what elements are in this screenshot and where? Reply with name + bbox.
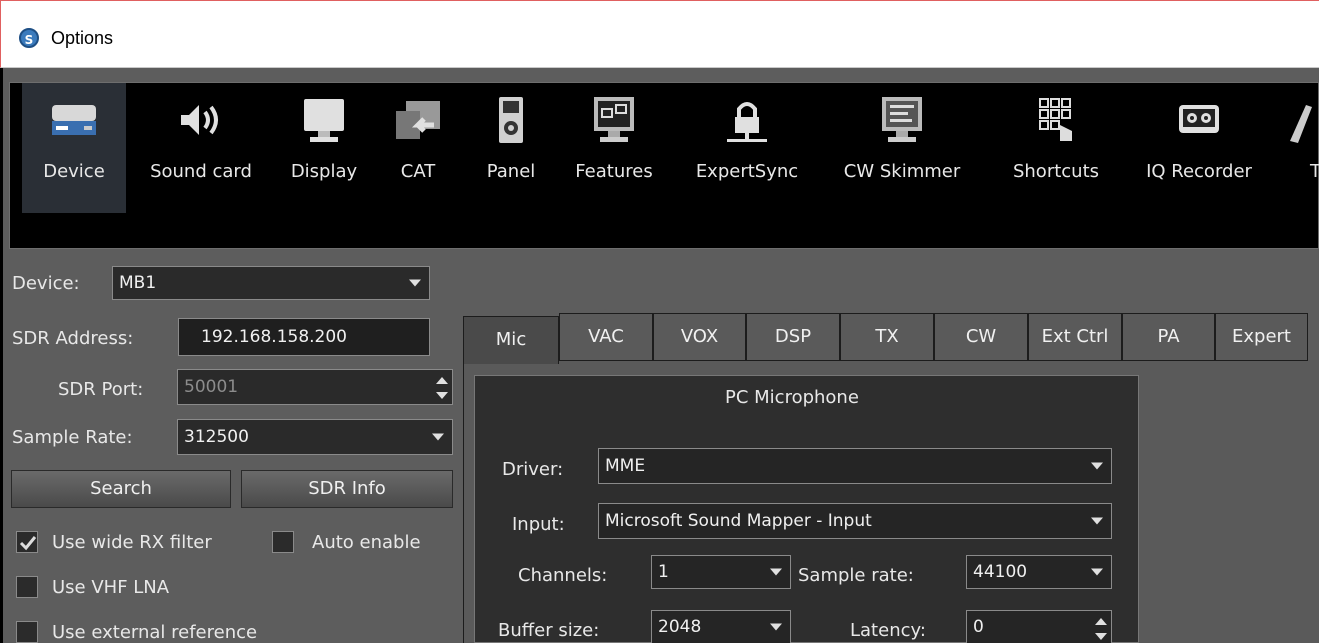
features-icon bbox=[594, 97, 634, 142]
auto-enable-checkbox[interactable] bbox=[272, 531, 294, 553]
category-toolbar: Device Sound card Display CAT Panel Feat… bbox=[9, 82, 1319, 249]
chevron-down-icon bbox=[432, 433, 444, 441]
toolbar-label: IQ Recorder bbox=[1146, 161, 1252, 182]
mic-sample-rate-value: 44100 bbox=[973, 562, 1028, 582]
buffer-size-label: Buffer size: bbox=[498, 620, 600, 641]
panel-icon bbox=[499, 97, 523, 143]
device-select-value: MB1 bbox=[119, 273, 157, 293]
driver-value: MME bbox=[605, 456, 646, 476]
toolbar-label: CAT bbox=[400, 161, 436, 182]
toolbar-label: Device bbox=[43, 161, 105, 182]
sdr-info-button[interactable]: SDR Info bbox=[241, 470, 453, 508]
sample-rate-select[interactable]: 312500 bbox=[177, 419, 453, 455]
chevron-down-icon bbox=[1091, 517, 1103, 525]
device-select[interactable]: MB1 bbox=[112, 266, 430, 300]
toolbar-expertsync[interactable]: ExpertSync bbox=[678, 83, 816, 213]
toolbar-iq-recorder[interactable]: IQ Recorder bbox=[1124, 83, 1274, 213]
tab-vac[interactable]: VAC bbox=[559, 313, 653, 361]
input-label: Input: bbox=[512, 514, 565, 535]
toolbar-label: Features bbox=[575, 161, 653, 182]
toolbar-label: Display bbox=[290, 161, 358, 182]
search-button[interactable]: Search bbox=[11, 470, 231, 508]
toolbar-cat[interactable]: CAT bbox=[378, 83, 458, 213]
toolbar-label: CW Skimmer bbox=[843, 161, 961, 182]
group-title: PC Microphone bbox=[725, 387, 859, 408]
channels-value: 1 bbox=[658, 562, 669, 582]
channels-label: Channels: bbox=[518, 565, 608, 586]
lock-icon bbox=[727, 102, 767, 142]
window-title: Options bbox=[51, 28, 114, 48]
mic-sample-rate-select[interactable]: 44100 bbox=[966, 555, 1112, 589]
tab-pa[interactable]: PA bbox=[1122, 313, 1215, 361]
spin-arrows-icon[interactable] bbox=[436, 373, 448, 401]
vhf-lna-checkbox[interactable] bbox=[16, 576, 38, 598]
sample-rate-value: 312500 bbox=[184, 427, 249, 447]
monitor-icon bbox=[304, 99, 344, 142]
toolbar-label: ExpertSync bbox=[695, 161, 799, 182]
mic-sample-rate-label: Sample rate: bbox=[798, 565, 914, 586]
partial-icon bbox=[1290, 105, 1312, 143]
wide-rx-label: Use wide RX filter bbox=[52, 532, 212, 553]
input-select[interactable]: Microsoft Sound Mapper - Input bbox=[598, 503, 1112, 539]
spin-arrows-icon[interactable] bbox=[1095, 614, 1107, 642]
checkmark-icon bbox=[19, 536, 37, 551]
toolbar-panel[interactable]: Panel bbox=[476, 83, 546, 213]
cw-skimmer-icon bbox=[882, 97, 922, 142]
auto-enable-label: Auto enable bbox=[312, 532, 421, 553]
tape-icon bbox=[1179, 105, 1219, 133]
tab-ext-ctrl[interactable]: Ext Ctrl bbox=[1028, 313, 1122, 361]
app-logo-icon: S bbox=[19, 28, 39, 48]
toolbar-display[interactable]: Display bbox=[278, 83, 370, 213]
toolbar-partial-item[interactable]: T bbox=[1290, 83, 1319, 213]
toolbar-label: T bbox=[1310, 161, 1319, 182]
driver-label: Driver: bbox=[502, 459, 564, 480]
tab-cw[interactable]: CW bbox=[934, 313, 1028, 361]
sdr-port-value: 50001 bbox=[184, 377, 239, 397]
ext-ref-checkbox[interactable] bbox=[16, 621, 38, 643]
latency-field[interactable]: 0 bbox=[966, 610, 1112, 643]
ext-ref-label: Use external reference bbox=[52, 622, 258, 643]
toolbar-sound-card[interactable]: Sound card bbox=[128, 83, 274, 213]
sdr-port-label: SDR Port: bbox=[58, 379, 144, 400]
speaker-icon bbox=[181, 105, 218, 135]
cat-icon bbox=[396, 101, 440, 139]
wide-rx-checkbox[interactable] bbox=[16, 531, 38, 553]
toolbar-label: Panel bbox=[486, 161, 536, 182]
toolbar-cw-skimmer[interactable]: CW Skimmer bbox=[824, 83, 980, 213]
tab-dsp[interactable]: DSP bbox=[746, 313, 840, 361]
chevron-down-icon bbox=[1091, 462, 1103, 470]
tab-vox[interactable]: VOX bbox=[653, 313, 746, 361]
toolbar-device[interactable]: Device bbox=[22, 83, 126, 213]
latency-value: 0 bbox=[973, 617, 984, 637]
latency-label: Latency: bbox=[850, 620, 926, 641]
keypad-icon bbox=[1039, 98, 1072, 141]
toolbar-shortcuts[interactable]: Shortcuts bbox=[994, 83, 1118, 213]
device-icon bbox=[52, 105, 96, 135]
toolbar-label: Shortcuts bbox=[1012, 161, 1100, 182]
chevron-down-icon bbox=[770, 568, 782, 576]
chevron-down-icon bbox=[770, 623, 782, 631]
tab-mic[interactable]: Mic bbox=[463, 316, 559, 364]
sdr-port-field[interactable]: 50001 bbox=[177, 369, 453, 405]
chevron-down-icon bbox=[409, 279, 421, 287]
title-bar: S Options bbox=[0, 0, 1319, 68]
sdr-address-label: SDR Address: bbox=[12, 328, 134, 349]
tab-tx[interactable]: TX bbox=[840, 313, 934, 361]
device-label: Device: bbox=[12, 273, 80, 294]
driver-select[interactable]: MME bbox=[598, 448, 1112, 484]
vhf-lna-label: Use VHF LNA bbox=[52, 577, 170, 598]
toolbar-features[interactable]: Features bbox=[558, 83, 670, 213]
sample-rate-label: Sample Rate: bbox=[12, 427, 133, 448]
chevron-down-icon bbox=[1091, 568, 1103, 576]
sdr-address-field[interactable]: 192.168.158.200 bbox=[178, 318, 430, 356]
channels-select[interactable]: 1 bbox=[651, 555, 791, 589]
buffer-size-value: 2048 bbox=[658, 617, 702, 637]
tab-expert[interactable]: Expert bbox=[1215, 313, 1308, 361]
toolbar-label: Sound card bbox=[150, 161, 252, 182]
input-value: Microsoft Sound Mapper - Input bbox=[605, 511, 872, 531]
buffer-size-select[interactable]: 2048 bbox=[651, 610, 791, 643]
